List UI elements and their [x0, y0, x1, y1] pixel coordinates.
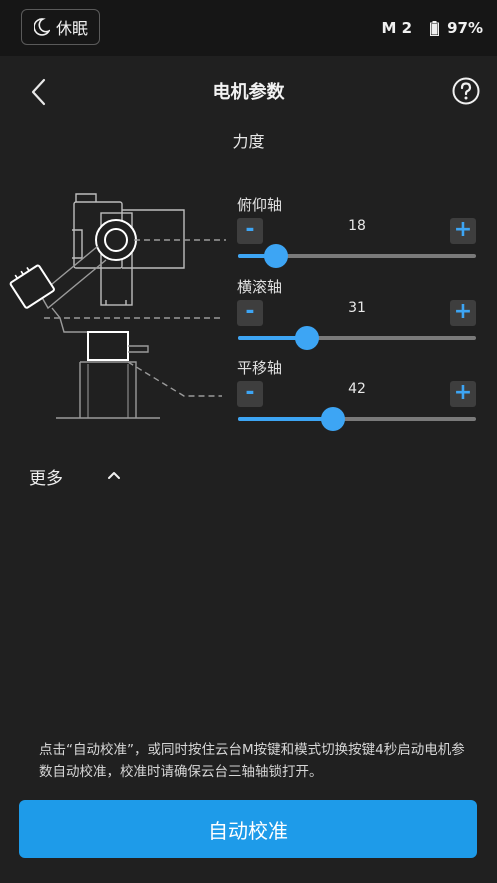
gimbal-diagram-icon	[9, 193, 226, 419]
roll-slider[interactable]	[238, 326, 476, 350]
pan-slider-fill	[238, 417, 334, 421]
moon-icon	[34, 18, 50, 36]
pan-increase-button[interactable]: +	[450, 381, 476, 407]
pan-slider-thumb[interactable]	[321, 407, 346, 431]
pitch-slider-thumb[interactable]	[264, 244, 289, 268]
section-title-strength: 力度	[232, 132, 265, 151]
more-toggle[interactable]: 更多	[29, 464, 63, 489]
battery-icon	[430, 20, 440, 36]
roll-axis-label: 横滚轴	[237, 278, 283, 296]
pitch-axis-label: 俯仰轴	[237, 196, 283, 214]
pitch-increase-button[interactable]: +	[450, 218, 476, 244]
pan-slider[interactable]	[238, 407, 476, 431]
pitch-slider[interactable]	[238, 244, 476, 268]
chevron-up-icon[interactable]	[106, 468, 122, 482]
roll-axis-control: 横滚轴 - 31 +	[236, 276, 478, 350]
pitch-value: 18	[348, 218, 366, 234]
mode-indicator: M 2	[381, 19, 413, 37]
pan-value: 42	[348, 381, 366, 397]
status-bar: 休眠 M 2 97%	[0, 0, 497, 56]
roll-value: 31	[348, 300, 366, 316]
battery-percent: 97%	[447, 19, 483, 37]
calibration-hint: 点击“自动校准”，或同时按住云台M按键和模式切换按键4秒启动电机参数自动校准，校…	[39, 742, 465, 780]
page-title: 电机参数	[212, 82, 285, 103]
sleep-label: 休眠	[56, 19, 89, 38]
pan-axis-label: 平移轴	[237, 359, 283, 377]
roll-slider-thumb[interactable]	[295, 326, 320, 350]
sleep-button[interactable]: 休眠	[21, 9, 100, 45]
nav-bar: 电机参数	[0, 56, 497, 128]
pitch-axis-control: 俯仰轴 - 18 +	[236, 194, 478, 268]
help-icon[interactable]	[452, 77, 480, 105]
roll-increase-button[interactable]: +	[450, 300, 476, 326]
pan-axis-control: 平移轴 - 42 +	[236, 357, 478, 431]
auto-calibrate-button[interactable]: 自动校准	[19, 800, 477, 858]
